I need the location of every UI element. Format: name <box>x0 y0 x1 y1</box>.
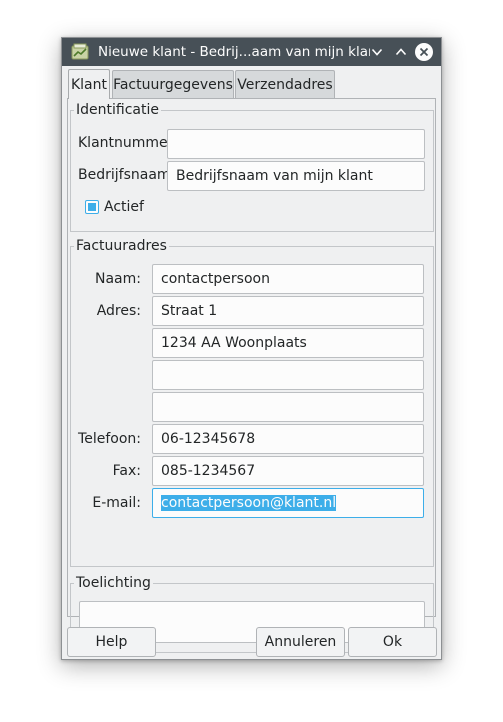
identificatie-group: Identificatie Klantnummer: Bedrijfsnaam:… <box>70 102 434 232</box>
adres-line-3-field[interactable] <box>152 360 424 390</box>
minimize-button[interactable] <box>367 42 387 62</box>
email-field[interactable]: contactpersoon@klant.nl <box>152 488 424 518</box>
actief-label[interactable]: Actief <box>104 199 144 215</box>
dialog-window: Nieuwe klant - Bedrij...aam van mijn kla… <box>61 37 442 660</box>
klantnummer-label: Klantnummer: <box>78 135 178 151</box>
bedrijfsnaam-field[interactable]: Bedrijfsnaam van mijn klant <box>167 161 425 191</box>
adres-line-2-field[interactable]: 1234 AA Woonplaats <box>152 328 424 358</box>
factuuradres-group: Factuuradres Naam: contactpersoon Adres:… <box>70 238 434 567</box>
tab-panel-klant: Identificatie Klantnummer: Bedrijfsnaam:… <box>67 98 436 653</box>
ok-button[interactable]: Ok <box>348 627 437 657</box>
app-icon <box>71 43 89 60</box>
toelichting-title: Toelichting <box>74 575 153 591</box>
klantnummer-field[interactable] <box>167 129 425 159</box>
fax-label: Fax: <box>112 463 141 479</box>
adres-line-4-field[interactable] <box>152 392 424 422</box>
title-bar[interactable]: Nieuwe klant - Bedrij...aam van mijn kla… <box>62 38 441 66</box>
email-selected-text: contactpersoon@klant.nl <box>161 495 337 511</box>
tab-verzendadres[interactable]: Verzendadres <box>235 70 335 98</box>
annuleren-button[interactable]: Annuleren <box>256 627 345 657</box>
factuuradres-title: Factuuradres <box>74 238 169 254</box>
identificatie-title: Identificatie <box>74 102 161 118</box>
chevron-down-icon <box>371 48 383 56</box>
tab-factuurgegevens[interactable]: Factuurgegevens <box>112 70 234 98</box>
tab-klant[interactable]: Klant <box>68 69 110 99</box>
actief-checkbox[interactable] <box>85 200 99 214</box>
bedrijfsnaam-label: Bedrijfsnaam: <box>78 167 176 183</box>
email-label: E-mail: <box>92 495 141 511</box>
maximize-button[interactable] <box>391 42 411 62</box>
naam-field[interactable]: contactpersoon <box>152 264 424 294</box>
adres-label: Adres: <box>96 303 141 319</box>
telefoon-field[interactable]: 06-12345678 <box>152 424 424 454</box>
naam-label: Naam: <box>95 271 141 287</box>
fax-field[interactable]: 085-1234567 <box>152 456 424 486</box>
window-title: Nieuwe klant - Bedrij...aam van mijn kla… <box>98 44 370 60</box>
close-icon <box>419 47 429 57</box>
close-button[interactable] <box>415 43 433 61</box>
help-button[interactable]: Help <box>67 627 156 657</box>
telefoon-label: Telefoon: <box>78 431 141 447</box>
chevron-up-icon <box>395 48 407 56</box>
adres-line-1-field[interactable]: Straat 1 <box>152 296 424 326</box>
